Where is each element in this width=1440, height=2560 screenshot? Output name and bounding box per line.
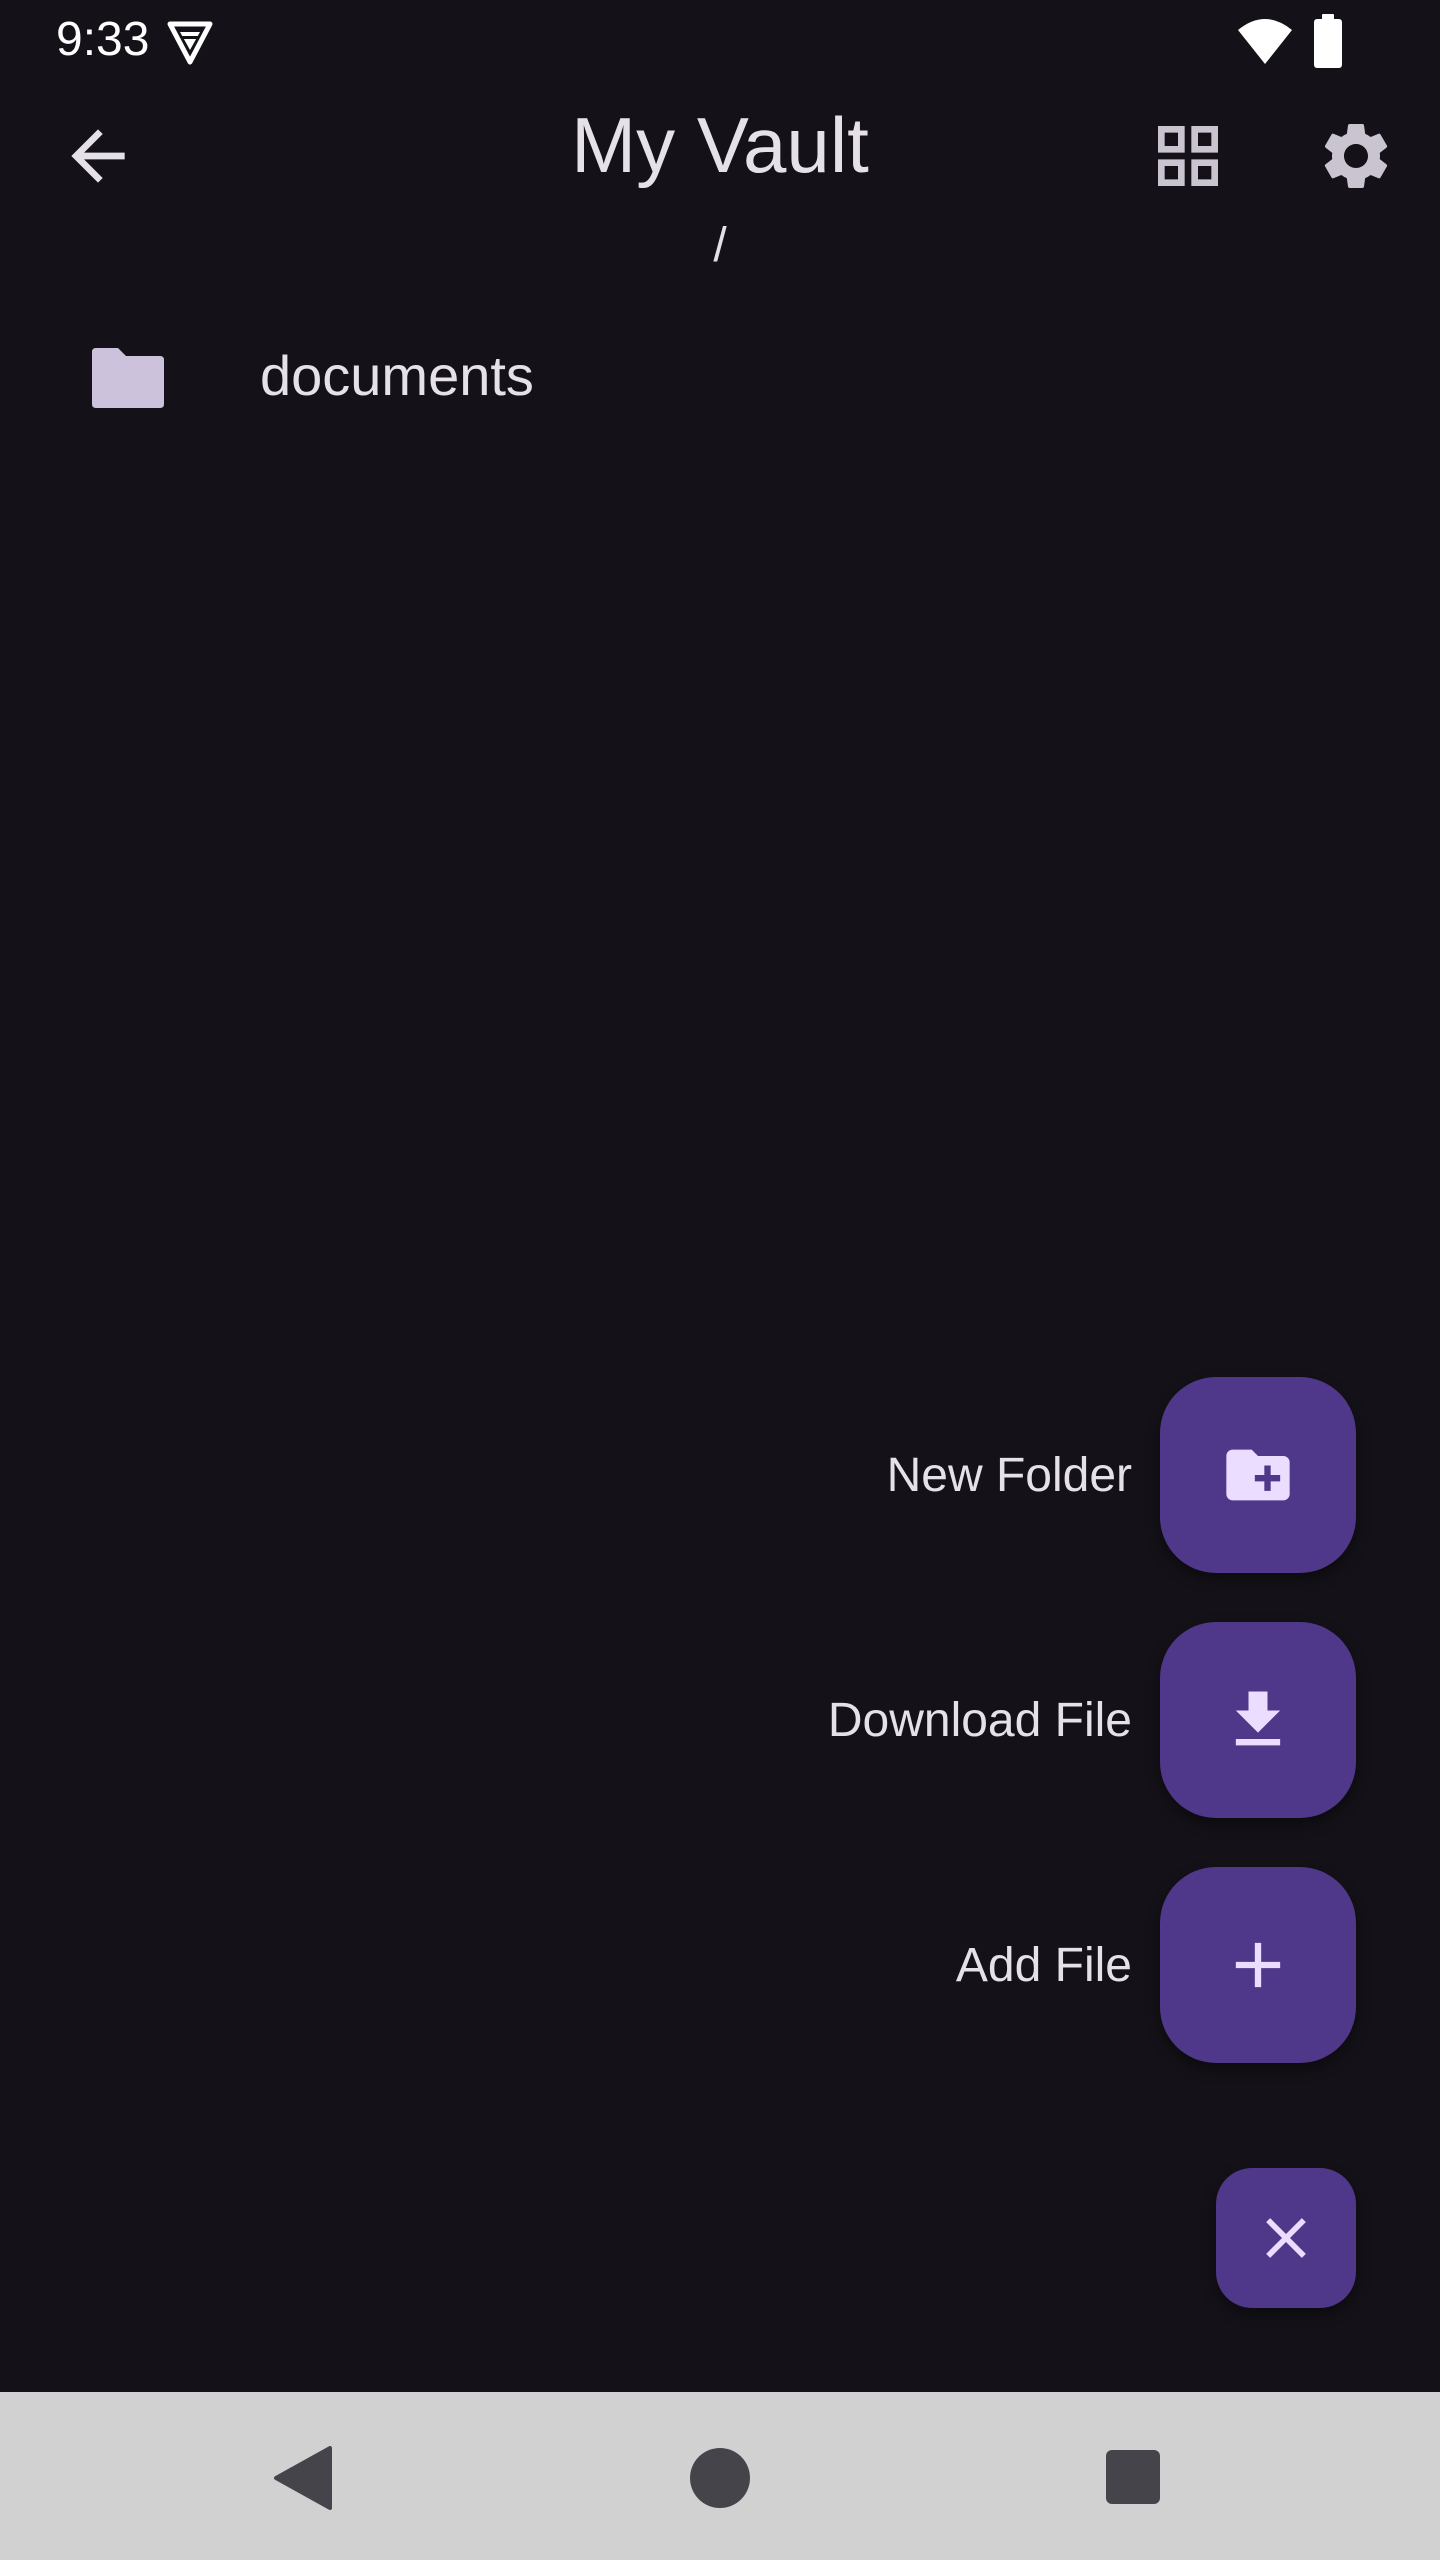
nav-back-icon[interactable]	[272, 2446, 336, 2510]
add-icon	[1235, 1942, 1281, 1988]
vpn-icon	[167, 21, 213, 65]
breadcrumb-path: /	[713, 219, 727, 272]
grid-view-button[interactable]	[1148, 116, 1228, 196]
create-new-folder-icon	[1226, 1449, 1290, 1501]
add-file-label[interactable]: Add File	[956, 1938, 1132, 1994]
arrow-back-icon	[71, 129, 125, 183]
nav-home-icon[interactable]	[690, 2448, 750, 2508]
battery-icon	[1314, 14, 1342, 68]
close-icon	[1266, 2218, 1306, 2258]
status-time: 9:33	[56, 13, 150, 66]
download-icon	[1235, 1691, 1281, 1746]
folder-icon	[92, 348, 164, 408]
back-button[interactable]	[58, 116, 138, 196]
list-item-documents[interactable]: documents	[0, 316, 1440, 436]
close-speed-dial-button[interactable]	[1216, 2168, 1356, 2308]
nav-recents-icon[interactable]	[1106, 2450, 1160, 2504]
settings-icon	[1324, 123, 1388, 188]
new-folder-button[interactable]	[1160, 1377, 1356, 1573]
grid-view-icon	[1158, 126, 1218, 186]
new-folder-label[interactable]: New Folder	[887, 1448, 1132, 1504]
list-item-label: documents	[260, 344, 534, 407]
navigation-bar	[0, 2392, 1440, 2560]
wifi-icon	[1238, 19, 1292, 64]
settings-button[interactable]	[1316, 116, 1396, 196]
screen: 9:33 My Vault / documents New Folder Dow…	[0, 0, 1440, 2560]
download-file-label[interactable]: Download File	[828, 1693, 1132, 1749]
download-file-button[interactable]	[1160, 1622, 1356, 1818]
add-file-button[interactable]	[1160, 1867, 1356, 2063]
status-bar: 9:33	[0, 0, 1440, 84]
page-title: My Vault	[571, 101, 869, 189]
